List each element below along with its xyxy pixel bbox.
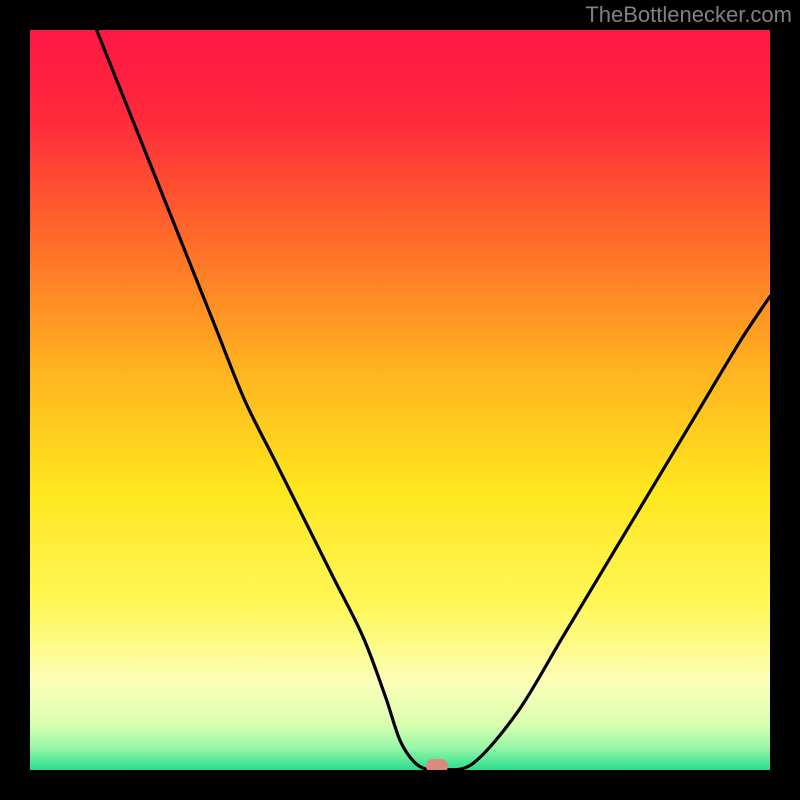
watermark-text: TheBottlenecker.com	[585, 2, 792, 28]
plot-area	[30, 30, 770, 770]
chart-container: TheBottlenecker.com	[0, 0, 800, 800]
gradient-background	[30, 30, 770, 770]
optimum-marker	[426, 759, 448, 770]
